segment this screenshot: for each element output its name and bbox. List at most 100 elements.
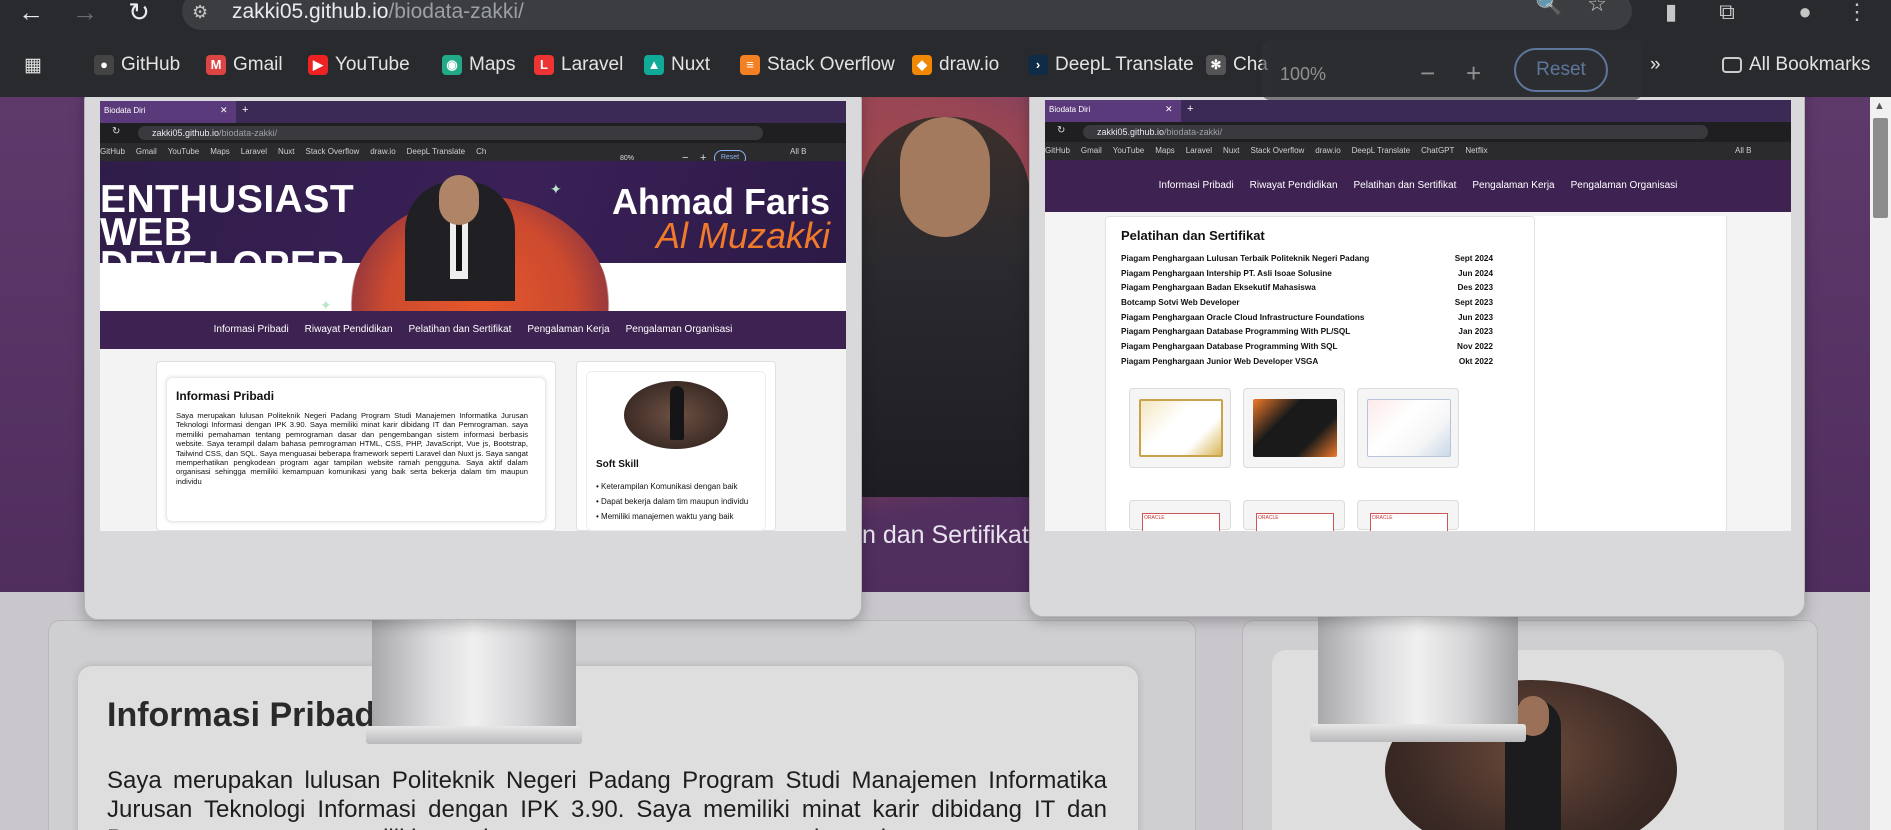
mini-bookmark[interactable]: Nuxt <box>1223 146 1239 155</box>
mini-nav: Informasi Pribadi Riwayat Pendidikan Pelat… <box>1045 160 1791 212</box>
mini-tab-title: Biodata Diri <box>104 106 146 115</box>
zoom-icon[interactable]: 🔍 <box>1530 0 1568 22</box>
gmail-icon: M <box>206 55 226 75</box>
soft-skill-item: Keterampilan Komunikasi dengan baik <box>596 479 748 494</box>
nav-riwayat-pendidikan[interactable]: Riwayat Pendidikan <box>1250 180 1338 191</box>
mini-address-bar[interactable]: zakki05.github.io/biodata-zakki/ <box>138 126 763 140</box>
certificate-row: Piagam Penghargaan Database Programming … <box>1121 327 1493 336</box>
mini-bookmark[interactable]: Ch <box>476 147 486 156</box>
certificates-card <box>1105 216 1535 531</box>
mini-bookmark[interactable]: Maps <box>210 147 230 156</box>
nav-pengalaman-organisasi[interactable]: Pengalaman Organisasi <box>626 324 733 335</box>
certificate-thumbnail[interactable]: ORACLE <box>1357 500 1459 531</box>
back-icon[interactable]: ← <box>14 0 48 26</box>
mini-tab-close-icon[interactable]: ✕ <box>220 105 228 116</box>
mini-bookmark[interactable]: YouTube <box>168 147 199 156</box>
bookmark-deepl[interactable]: › DeepL Translate <box>1028 53 1194 77</box>
bookmark-nuxt[interactable]: ▲ Nuxt <box>644 53 710 77</box>
zoom-level: 100% <box>1280 64 1327 84</box>
mini-bookmark[interactable]: ChatGPT <box>1421 146 1454 155</box>
nav-pengalaman-kerja[interactable]: Pengalaman Kerja <box>1472 180 1554 191</box>
all-bookmarks[interactable]: All Bookmarks <box>1722 53 1870 77</box>
mini-all-bookmarks[interactable]: All B <box>790 143 806 161</box>
mini-new-tab-icon[interactable]: + <box>1187 103 1193 115</box>
mini-bookmark[interactable]: GitHub <box>100 147 125 156</box>
mini-bookmark[interactable]: Nuxt <box>278 147 294 156</box>
more-bookmarks-icon[interactable]: » <box>1650 53 1661 77</box>
mini-reload-icon[interactable]: ↻ <box>112 126 120 137</box>
star-icon[interactable]: ☆ <box>1578 0 1616 22</box>
bookmark-maps[interactable]: ◉ Maps <box>442 53 515 77</box>
apps-icon[interactable]: ▦ <box>24 53 42 77</box>
mini-tab[interactable]: Biodata Diri ✕ <box>1045 100 1181 122</box>
mini-bookmark[interactable]: DeepL Translate <box>407 147 465 156</box>
certificate-thumbnail[interactable] <box>1243 388 1345 468</box>
info-body: Saya merupakan lulusan Politeknik Negeri… <box>107 767 1107 830</box>
nav-riwayat-pendidikan[interactable]: Riwayat Pendidikan <box>305 324 393 335</box>
hero-email: ahmadfaris771@gmail.com ✉ <box>643 293 830 309</box>
nav-pengalaman-organisasi[interactable]: Pengalaman Organisasi <box>1571 180 1678 191</box>
mini-tab-close-icon[interactable]: ✕ <box>1165 104 1173 115</box>
mini-bookmark[interactable]: Stack Overflow <box>1251 146 1305 155</box>
certificate-thumbnail[interactable]: ORACLE <box>1129 500 1231 531</box>
nav-pengalaman-kerja[interactable]: Pengalaman Kerja <box>527 324 609 335</box>
certificate-thumbnail[interactable] <box>1129 388 1231 468</box>
forward-icon[interactable]: → <box>68 0 102 26</box>
mini-tab[interactable]: Biodata Diri ✕ <box>100 101 236 123</box>
address-bar[interactable]: ⚙ zakki05.github.io/biodata-zakki/ 🔍 ☆ <box>182 0 1632 30</box>
mini-bookmark[interactable]: Maps <box>1155 146 1175 155</box>
site-info-icon[interactable]: ⚙ <box>192 2 218 28</box>
mini-bookmark[interactable]: Gmail <box>1081 146 1102 155</box>
right-monitor-foot <box>1310 724 1526 742</box>
mini-bookmark[interactable]: draw.io <box>370 147 395 156</box>
bookmark-youtube[interactable]: ▶ YouTube <box>308 53 410 77</box>
profile-avatar[interactable]: ● <box>1786 0 1824 30</box>
certificate-thumbnail[interactable]: ORACLE <box>1243 500 1345 531</box>
mini-bookmark[interactable]: Laravel <box>1186 146 1212 155</box>
menu-icon[interactable]: ⋮ <box>1838 0 1876 30</box>
soft-skill-title: Soft Skill <box>596 459 639 470</box>
certificate-row: Piagam Penghargaan Oracle Cloud Infrastr… <box>1121 313 1493 322</box>
zoom-in-button[interactable]: + <box>1466 58 1481 89</box>
certificate-row: Piagam Penghargaan Lulusan Terbaik Polit… <box>1121 254 1493 263</box>
bookmark-stackoverflow[interactable]: ≡ Stack Overflow <box>740 53 895 77</box>
nav-pelatihan-sertifikat[interactable]: Pelatihan dan Sertifikat <box>409 324 512 335</box>
certificate-thumbnail[interactable] <box>1357 388 1459 468</box>
nav-pelatihan-sertifikat[interactable]: Pelatihan dan Sertifikat <box>1354 180 1457 191</box>
mini-toolbar: ↻ zakki05.github.io/biodata-zakki/ <box>1045 122 1791 142</box>
mini-info-body: Saya merupakan lulusan Politeknik Negeri… <box>176 411 528 486</box>
mini-hero-head <box>439 175 479 225</box>
mini-reload-icon[interactable]: ↻ <box>1057 125 1065 136</box>
scrollbar-thumb[interactable] <box>1873 118 1888 218</box>
zoom-reset-button[interactable]: Reset <box>1514 48 1608 92</box>
reader-icon[interactable]: ▮ <box>1652 0 1690 30</box>
mini-nav: Informasi Pribadi Riwayat Pendidikan Pelat… <box>100 311 846 349</box>
mini-new-tab-icon[interactable]: + <box>242 104 248 116</box>
bookmark-laravel[interactable]: L Laravel <box>534 53 623 77</box>
mini-bookmark[interactable]: GitHub <box>1045 146 1070 155</box>
mini-address-bar[interactable]: zakki05.github.io/biodata-zakki/ <box>1083 125 1708 139</box>
bookmark-drawio[interactable]: ◆ draw.io <box>912 53 999 77</box>
mini-bookmark[interactable]: Stack Overflow <box>306 147 360 156</box>
mini-bookmark[interactable]: DeepL Translate <box>1352 146 1410 155</box>
mini-bookmark[interactable]: YouTube <box>1113 146 1144 155</box>
mini-tabstrip: Biodata Diri ✕ + <box>100 101 846 123</box>
extensions-icon[interactable]: ⧉ <box>1708 0 1746 30</box>
mini-bookmark[interactable]: Gmail <box>136 147 157 156</box>
bookmark-github[interactable]: ● GitHub <box>94 53 180 77</box>
nav-informasi-pribadi[interactable]: Informasi Pribadi <box>1159 180 1234 191</box>
mini-all-bookmarks[interactable]: All B <box>1735 142 1751 160</box>
certificate-image <box>1253 399 1337 457</box>
mini-bookmark[interactable]: Netflix <box>1465 146 1487 155</box>
soft-skill-list: Keterampilan Komunikasi dengan baik Dapa… <box>596 479 748 524</box>
nav-informasi-pribadi[interactable]: Informasi Pribadi <box>214 324 289 335</box>
mini-bookmark[interactable]: draw.io <box>1315 146 1340 155</box>
reload-icon[interactable]: ↻ <box>122 0 156 26</box>
bookmark-chatgpt[interactable]: ✻ Cha <box>1206 53 1268 77</box>
mini-bookmark[interactable]: Laravel <box>241 147 267 156</box>
zoom-out-button[interactable]: − <box>1420 58 1435 89</box>
nuxt-icon: ▲ <box>644 55 664 75</box>
bookmark-gmail[interactable]: M Gmail <box>206 53 283 77</box>
scroll-up-icon[interactable]: ▲ <box>1874 100 1885 112</box>
left-monitor-screen: Biodata Diri ✕ + ↻ zakki05.github.io/bio… <box>100 101 846 531</box>
